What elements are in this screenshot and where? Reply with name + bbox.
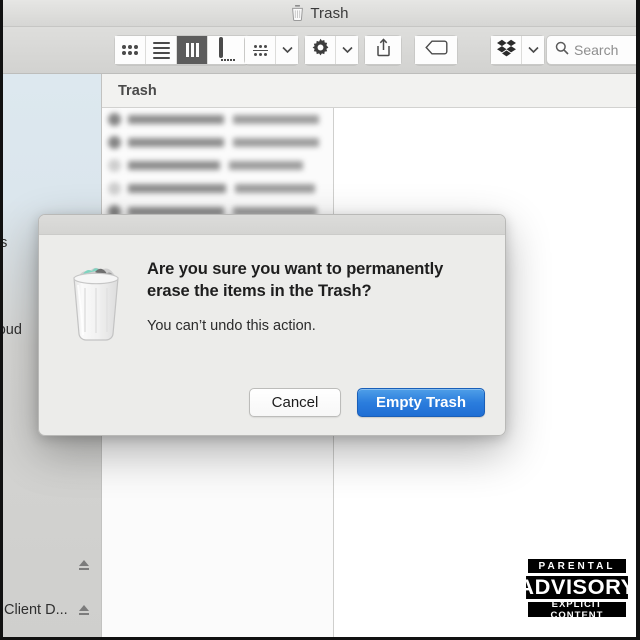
window-title: Trash: [310, 4, 349, 22]
sidebar-item-client-drive[interactable]: Client D...: [0, 599, 102, 621]
file-row[interactable]: [102, 177, 333, 200]
share-group: [364, 35, 402, 65]
tag-button[interactable]: [415, 36, 457, 64]
dialog-heading: Are you sure you want to permanently era…: [147, 260, 444, 300]
dialog-title-strip: [39, 215, 505, 235]
sidebar-item-documents[interactable]: ts: [0, 439, 102, 461]
file-size-redacted: [233, 115, 319, 124]
file-row[interactable]: [102, 108, 333, 131]
cancel-button[interactable]: Cancel: [249, 388, 341, 417]
chevron-down-icon: [281, 46, 293, 54]
tag-icon: [424, 40, 448, 60]
file-icon: [108, 136, 121, 149]
sidebar-item-label: Cloud: [0, 322, 22, 338]
toolbar: Search: [0, 27, 640, 74]
search-placeholder: Search: [574, 42, 619, 58]
sidebar-item-volume[interactable]: [0, 554, 102, 576]
file-name-redacted: [128, 161, 220, 170]
dropbox-chevron-button[interactable]: [522, 36, 544, 64]
dialog-icon-slot: [65, 257, 139, 346]
screen: Trash Search s oud Client D... Trash Are…: [0, 0, 640, 640]
dropbox-group: [490, 35, 545, 65]
list-view-button[interactable]: [146, 36, 177, 64]
action-chevron-button[interactable]: [336, 36, 358, 64]
chevron-down-icon: [341, 46, 353, 54]
chevron-down-icon: [527, 46, 539, 54]
grid-icon: [122, 45, 138, 55]
arrange-group: [244, 35, 299, 65]
columns-icon: [185, 43, 199, 57]
gallery-icon: [218, 37, 238, 61]
frame-right-edge: [636, 0, 640, 640]
trash-full-icon: [65, 267, 127, 345]
file-size-redacted: [229, 161, 303, 170]
arrange-chevron-button[interactable]: [276, 36, 298, 64]
gallery-view-button[interactable]: [208, 36, 248, 64]
icon-view-button[interactable]: [115, 36, 146, 64]
eject-icon[interactable]: [78, 605, 90, 615]
trash-icon: [291, 5, 304, 22]
arrange-icon: [252, 44, 268, 56]
view-mode-group: [114, 35, 249, 65]
dialog-button-row: Cancel Empty Trash: [249, 388, 485, 417]
file-name-redacted: [128, 184, 226, 193]
file-icon: [108, 159, 121, 172]
dialog-message: You can’t undo this action.: [147, 317, 316, 334]
dropbox-button[interactable]: [491, 36, 522, 64]
column-header-label: Trash: [118, 82, 157, 99]
tag-group: [414, 35, 458, 65]
search-icon: [555, 41, 569, 60]
advisory-line-3: EXPLICIT CONTENT: [528, 599, 626, 621]
empty-trash-dialog: Are you sure you want to permanently era…: [38, 214, 506, 436]
frame-left-edge: [0, 0, 3, 640]
file-size-redacted: [233, 138, 319, 147]
advisory-line-2: ADVISORY: [518, 575, 636, 599]
action-group: [304, 35, 359, 65]
file-name-redacted: [128, 138, 224, 147]
dialog-text-block: Are you sure you want to permanently era…: [139, 257, 479, 346]
empty-trash-button[interactable]: Empty Trash: [357, 388, 485, 417]
column-header: Trash: [102, 74, 640, 108]
file-size-redacted: [235, 184, 315, 193]
arrange-button[interactable]: [245, 36, 276, 64]
window-title-bar: Trash: [0, 0, 640, 27]
parental-advisory-label: PARENTAL ADVISORY EXPLICIT CONTENT: [518, 556, 636, 621]
column-view-button[interactable]: [177, 36, 208, 64]
file-name-redacted: [128, 115, 224, 124]
file-icon: [108, 182, 121, 195]
share-button[interactable]: [365, 36, 401, 64]
gear-icon: [311, 38, 330, 62]
action-button[interactable]: [305, 36, 336, 64]
share-icon: [376, 38, 391, 62]
file-row[interactable]: [102, 131, 333, 154]
dropbox-icon: [496, 39, 516, 62]
file-row[interactable]: [102, 154, 333, 177]
sidebar-item-label: Client D...: [4, 602, 68, 618]
dialog-body: Are you sure you want to permanently era…: [39, 235, 505, 346]
advisory-line-1: PARENTAL: [528, 559, 626, 573]
eject-icon[interactable]: [78, 560, 90, 570]
search-field[interactable]: Search: [546, 35, 640, 65]
list-icon: [152, 41, 170, 59]
file-icon: [108, 113, 121, 126]
